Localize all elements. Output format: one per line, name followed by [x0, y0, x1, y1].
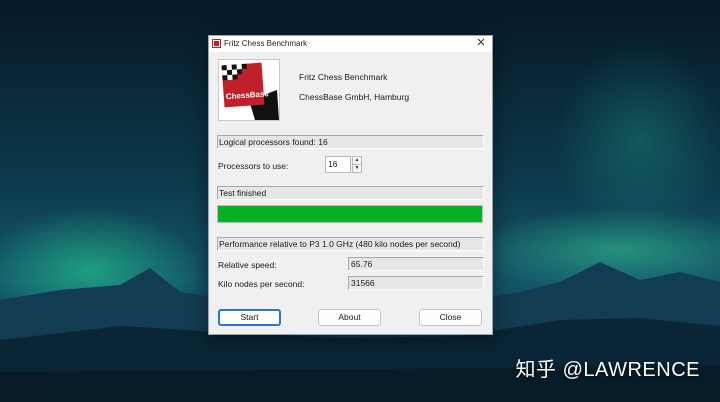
relative-speed-value: 65.76 [351, 259, 373, 269]
processors-spinner[interactable]: ▲ ▼ [352, 156, 362, 173]
close-button[interactable]: Close [419, 309, 482, 326]
processors-input[interactable]: 16 [325, 156, 351, 173]
knps-field: 31566 [348, 276, 484, 290]
product-name: Fritz Chess Benchmark [299, 72, 388, 82]
relative-speed-label: Relative speed: [218, 260, 277, 270]
logical-processors-text: Logical processors found: 16 [219, 137, 328, 147]
company-name: ChessBase GmbH, Hamburg [299, 92, 410, 102]
processors-to-use-label: Processors to use: [218, 161, 289, 171]
window-title: Fritz Chess Benchmark [224, 39, 308, 48]
knps-value: 31566 [351, 278, 375, 288]
app-icon [212, 39, 221, 48]
relative-speed-field: 65.76 [348, 257, 484, 271]
spin-down-icon[interactable]: ▼ [353, 165, 361, 172]
progress-fill [218, 206, 482, 222]
about-button[interactable]: About [318, 309, 381, 326]
logical-processors-field: Logical processors found: 16 [217, 135, 484, 149]
title-bar: Fritz Chess Benchmark ✕ [209, 36, 492, 52]
reference-field: Performance relative to P3 1.0 GHz (480 … [217, 237, 484, 251]
watermark-text: 知乎 @LAWRENCE [515, 359, 700, 381]
status-field: Test finished [217, 186, 484, 200]
spin-up-icon[interactable]: ▲ [353, 157, 361, 165]
close-window-button[interactable]: ✕ [474, 37, 488, 50]
status-text: Test finished [219, 188, 267, 198]
chessbase-logo: ChessBase [218, 59, 280, 121]
knps-label: Kilo nodes per second: [218, 279, 305, 289]
chessbase-logo-graphic: ChessBase [219, 60, 279, 120]
start-button[interactable]: Start [218, 309, 281, 326]
reference-text: Performance relative to P3 1.0 GHz (480 … [219, 239, 461, 249]
progress-bar [217, 205, 483, 223]
benchmark-dialog: Fritz Chess Benchmark ✕ ChessBase Fritz … [208, 35, 493, 335]
